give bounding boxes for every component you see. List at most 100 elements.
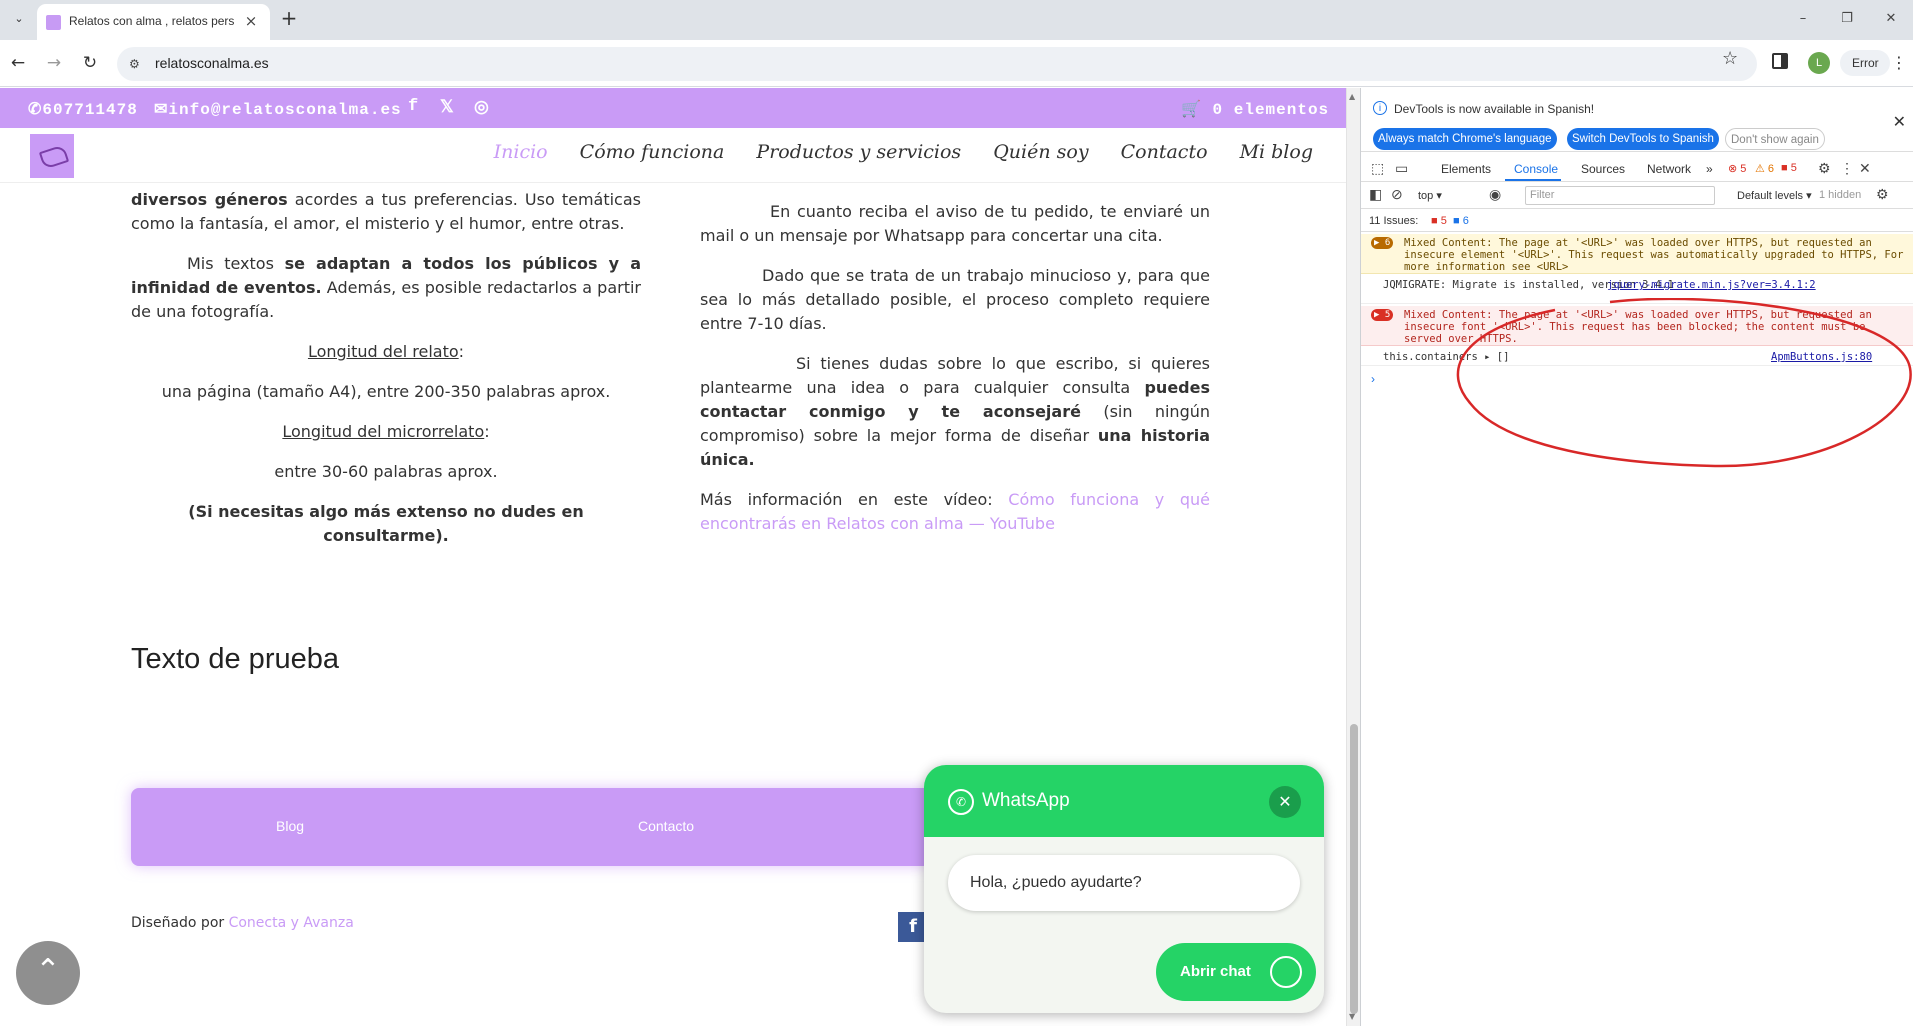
- whatsapp-header: ✆ WhatsApp ✕: [924, 765, 1324, 837]
- browser-tab[interactable]: Relatos con alma , relatos personalizado…: [37, 4, 270, 40]
- error-indicator-button[interactable]: Error: [1840, 50, 1890, 76]
- settings-gear-icon[interactable]: ⚙: [1818, 160, 1831, 177]
- message-text: this.containers ▸ []: [1383, 351, 1510, 363]
- issues-error-count[interactable]: ■ 5: [1431, 215, 1447, 227]
- dont-show-again-button[interactable]: Don't show again: [1725, 128, 1825, 150]
- nav-menu: Inicio Cómo funciona Productos y servici…: [468, 141, 1313, 171]
- bookmark-star-icon[interactable]: ☆: [1722, 48, 1738, 69]
- process-paragraph: Dado que se trata de un trabajo minucios…: [700, 266, 1210, 333]
- scroll-up-arrow-icon[interactable]: ▲: [1349, 92, 1355, 101]
- tab-strip: ⌄ Relatos con alma , relatos personaliza…: [0, 0, 1913, 40]
- email-link[interactable]: ✉info@relatosconalma.es: [154, 99, 402, 119]
- message-repeat-count: ▶ 5: [1371, 309, 1394, 321]
- nav-item-como-funciona[interactable]: Cómo funciona: [580, 141, 725, 163]
- sidebar-toggle-icon[interactable]: ◧: [1369, 186, 1382, 203]
- credit-link[interactable]: Conecta y Avanza: [229, 915, 354, 931]
- console-message-log[interactable]: this.containers ▸ [] ApmButtons.js:80: [1361, 348, 1913, 366]
- tab-title: Relatos con alma , relatos personalizado…: [69, 14, 234, 28]
- console-settings-icon[interactable]: ⚙: [1876, 186, 1889, 203]
- console-message-warning[interactable]: ▶ 6 Mixed Content: The page at '<URL>' w…: [1361, 234, 1913, 274]
- tab-network[interactable]: Network: [1647, 162, 1691, 176]
- whatsapp-close-button[interactable]: ✕: [1269, 786, 1301, 818]
- web-page: ✆607711478 ✉info@relatosconalma.es f 𝕏 ◎…: [0, 88, 1346, 1026]
- console-prompt[interactable]: ›: [1371, 372, 1375, 386]
- browser-toolbar: ← → ↻ ⚙ relatosconalma.es ☆ L Error ⋮: [0, 40, 1913, 87]
- right-text-column: En cuanto reciba el aviso de tu pedido, …: [700, 200, 1210, 552]
- scroll-to-top-button[interactable]: ⌃: [16, 941, 80, 1005]
- source-link[interactable]: jquery-migrate.min.js?ver=3.4.1:2: [1607, 279, 1816, 291]
- scrollbar-thumb[interactable]: [1350, 724, 1358, 1014]
- context-selector[interactable]: top ▾: [1418, 189, 1442, 202]
- issue-count-badge[interactable]: ■ 5: [1781, 162, 1797, 174]
- site-settings-icon[interactable]: ⚙: [129, 56, 145, 72]
- live-expression-eye-icon[interactable]: ◉: [1489, 186, 1501, 203]
- tab-console[interactable]: Console: [1514, 162, 1558, 176]
- nav-item-productos[interactable]: Productos y servicios: [756, 141, 961, 163]
- error-count-badge[interactable]: ⊗ 5: [1728, 162, 1746, 175]
- device-toolbar-icon[interactable]: ▭: [1395, 160, 1408, 177]
- source-link[interactable]: ApmButtons.js:80: [1771, 351, 1872, 363]
- devtools-tabbar: ⬚ ▭ Elements Console Sources Network » ⊗…: [1361, 156, 1913, 182]
- chat-bubble-icon: [1270, 956, 1302, 988]
- switch-spanish-button[interactable]: Switch DevTools to Spanish: [1567, 128, 1719, 150]
- open-chat-button[interactable]: Abrir chat: [1156, 943, 1316, 1001]
- nav-item-inicio[interactable]: Inicio: [494, 141, 548, 163]
- match-language-button[interactable]: Always match Chrome's language: [1373, 128, 1557, 150]
- browser-menu-icon[interactable]: ⋮: [1891, 52, 1907, 74]
- profile-avatar[interactable]: L: [1808, 52, 1830, 74]
- footer-credit: Diseñado por Conecta y Avanza: [131, 915, 354, 931]
- new-tab-button[interactable]: +: [278, 8, 300, 30]
- consult-note: (Si necesitas algo más extenso no dudes …: [188, 502, 584, 545]
- order-paragraph: En cuanto reciba el aviso de tu pedido, …: [700, 202, 1210, 245]
- footer-link-contacto[interactable]: Contacto: [638, 818, 694, 834]
- top-contact-bar: ✆607711478 ✉info@relatosconalma.es f 𝕏 ◎…: [0, 88, 1346, 128]
- close-devtools-icon[interactable]: ✕: [1859, 160, 1871, 177]
- warning-count-badge[interactable]: ⚠ 6: [1755, 162, 1774, 175]
- cart-link[interactable]: 🛒 0 elementos: [1181, 99, 1329, 119]
- active-tab-indicator: [1505, 179, 1561, 181]
- back-arrow-icon[interactable]: ←: [6, 51, 30, 75]
- site-favicon-icon: [46, 15, 61, 30]
- close-window-icon[interactable]: ✕: [1876, 8, 1906, 30]
- console-filter-input[interactable]: Filter: [1525, 186, 1715, 205]
- x-twitter-icon[interactable]: 𝕏: [440, 97, 454, 118]
- more-tabs-icon[interactable]: »: [1706, 162, 1713, 176]
- nav-item-contacto[interactable]: Contacto: [1121, 141, 1208, 163]
- issues-summary[interactable]: 11 Issues: ■ 5 ■ 6: [1361, 210, 1913, 232]
- facebook-icon[interactable]: f: [408, 97, 418, 116]
- devtools-panel: i DevTools is now available in Spanish! …: [1360, 88, 1913, 1026]
- scroll-down-arrow-icon[interactable]: ▼: [1349, 1012, 1355, 1021]
- side-panel-icon[interactable]: [1772, 53, 1788, 69]
- site-logo[interactable]: [30, 134, 74, 178]
- nav-item-quien-soy[interactable]: Quién soy: [993, 141, 1088, 163]
- url-text[interactable]: relatosconalma.es: [155, 55, 269, 71]
- restore-icon[interactable]: ❐: [1832, 8, 1862, 30]
- tab-search-button[interactable]: ⌄: [8, 8, 30, 30]
- close-tab-icon[interactable]: ×: [242, 12, 260, 30]
- inspect-element-icon[interactable]: ⬚: [1371, 160, 1384, 177]
- close-notice-icon[interactable]: ✕: [1893, 112, 1906, 132]
- clear-console-icon[interactable]: ⊘: [1391, 186, 1403, 203]
- address-bar[interactable]: ⚙ relatosconalma.es: [117, 47, 1757, 81]
- page-scrollbar[interactable]: ▲ ▼: [1346, 88, 1360, 1026]
- issues-info-count[interactable]: ■ 6: [1453, 215, 1469, 227]
- log-levels-dropdown[interactable]: Default levels ▾: [1737, 189, 1812, 202]
- tab-elements[interactable]: Elements: [1441, 162, 1491, 176]
- message-text: Mixed Content: The page at '<URL>' was l…: [1404, 237, 1904, 273]
- length-value: una página (tamaño A4), entre 200-350 pa…: [161, 382, 611, 401]
- length-label: Longitud del relato:: [307, 342, 465, 361]
- tab-sources[interactable]: Sources: [1581, 162, 1625, 176]
- devtools-menu-icon[interactable]: ⋮: [1840, 160, 1854, 177]
- console-message-error[interactable]: ▶ 5 Mixed Content: The page at '<URL>' w…: [1361, 306, 1913, 346]
- phone-link[interactable]: ✆607711478: [28, 99, 138, 119]
- reload-icon[interactable]: ↻: [78, 51, 102, 75]
- nav-item-mi-blog[interactable]: Mi blog: [1240, 141, 1313, 163]
- instagram-icon[interactable]: ◎: [474, 97, 489, 118]
- info-icon: i: [1373, 101, 1387, 115]
- devtools-language-notice: i DevTools is now available in Spanish! …: [1361, 88, 1913, 152]
- forward-arrow-icon[interactable]: →: [42, 51, 66, 75]
- footer-menu: Blog Contacto: [131, 788, 931, 866]
- footer-link-blog[interactable]: Blog: [276, 818, 304, 834]
- minimize-icon[interactable]: –: [1788, 8, 1818, 30]
- console-message-log[interactable]: JQMIGRATE: Migrate is installed, version…: [1361, 276, 1913, 304]
